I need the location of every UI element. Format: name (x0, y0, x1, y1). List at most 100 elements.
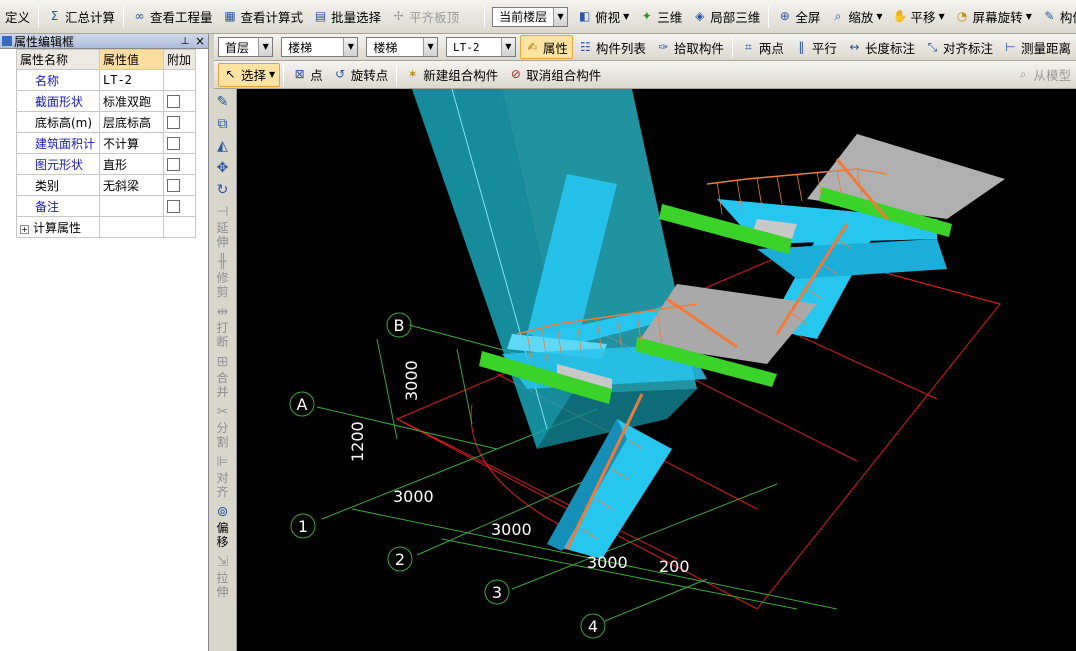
vertical-tool-button[interactable]: ⊫ 对齐 (211, 453, 235, 499)
two-points-button[interactable]: ⌗ 两点 (736, 35, 789, 59)
properties-button[interactable]: ✍ 属性 (519, 35, 573, 59)
property-row[interactable]: 备注 (16, 195, 196, 217)
rotate-point-icon: ↺ (335, 67, 346, 81)
calc-props-row[interactable]: + 计算属性 (16, 216, 196, 238)
zoom-button[interactable]: ⌕ 缩放 ▼ (825, 5, 887, 29)
new-group-icon: ✶ (407, 67, 418, 81)
vertical-tool-button[interactable]: ⊚ 偏移 (211, 503, 235, 549)
vertical-tool-label: 拉 (216, 571, 229, 585)
drawing-canvas[interactable]: A B 1 2 3 4 3000 1200 3000 3000 3000 200 (237, 89, 1076, 651)
extra-checkbox[interactable] (167, 116, 180, 129)
vertical-tool-button[interactable]: ⊣ 延伸 (211, 203, 235, 249)
chevron-down-icon: ▼ (876, 12, 883, 21)
local-3d-button[interactable]: ◈ 局部三维 (687, 5, 765, 29)
property-extra (163, 132, 196, 154)
property-row[interactable]: 类别 无斜梁 (16, 174, 196, 196)
three-d-button[interactable]: ✦ 三维 (634, 5, 687, 29)
header-extra: 附加 (163, 49, 196, 70)
component-list-button[interactable]: ☷ 构件列表 (573, 35, 651, 59)
full-screen-button[interactable]: ⊕ 全屏 (772, 5, 825, 29)
cube-icon: ◧ (578, 9, 591, 23)
collapse-icon[interactable] (2, 36, 12, 46)
point-button[interactable]: ⊠ 点 (287, 63, 328, 87)
vertical-tool-label: 齐 (216, 485, 229, 499)
toolbar-separator (768, 5, 770, 28)
split-icon: ✂ (216, 404, 229, 420)
vertical-tool-button[interactable]: ✥ (211, 159, 235, 177)
extra-checkbox[interactable] (167, 95, 180, 108)
property-value[interactable] (99, 195, 164, 217)
property-row[interactable]: 底标高(m) 层底标高 (16, 111, 196, 133)
property-name: 名称 (16, 69, 100, 91)
vertical-tool-button[interactable]: ◭ (211, 137, 235, 155)
dim-200: 200 (659, 557, 690, 576)
rotate-point-button[interactable]: ↺ 旋转点 (328, 63, 394, 87)
type-select[interactable]: 楼梯 ▼ (366, 37, 439, 57)
vertical-tool-label: 伸 (216, 585, 229, 599)
property-value[interactable]: 层底标高 (99, 111, 164, 133)
property-value[interactable]: 不计算 (99, 132, 164, 154)
vertical-tool-button[interactable]: ✎ (211, 93, 235, 111)
current-floor-select[interactable]: 当前楼层 ▼ (492, 6, 569, 27)
panel-title-bar: 属性编辑框 ⊥ × (0, 34, 208, 49)
vertical-tool-button[interactable]: ↻ (211, 181, 235, 199)
new-group-button[interactable]: ✶ 新建组合构件 (400, 63, 503, 87)
select-button[interactable]: ↖ 选择 ▼ (218, 62, 281, 87)
property-value[interactable]: 标准双跑 (99, 90, 164, 112)
cancel-group-button[interactable]: ⊘ 取消组合构件 (503, 63, 606, 87)
view-quantity-button[interactable]: ∞ 查看工程量 (127, 5, 218, 29)
vertical-tool-button[interactable]: ⧉ (211, 115, 235, 133)
formula-icon: ▦ (224, 9, 236, 23)
pin-icon[interactable]: ⊥ (178, 36, 192, 47)
expand-icon[interactable]: + (20, 224, 29, 234)
vertical-tool-button[interactable]: ╫ 修剪 (211, 253, 235, 299)
point-icon: ⊠ (294, 67, 305, 81)
vertical-tool-button[interactable]: ✂ 分割 (211, 403, 235, 449)
align-dim-button[interactable]: ⤡ 对齐标注 (920, 35, 998, 59)
close-icon[interactable]: × (192, 34, 208, 48)
vertical-tool-label: 合 (216, 371, 229, 385)
vertical-tool-label: 移 (216, 535, 229, 549)
extra-checkbox[interactable] (167, 158, 180, 171)
property-name: 备注 (16, 195, 100, 217)
extra-checkbox[interactable] (167, 200, 180, 213)
extra-checkbox[interactable] (167, 137, 180, 150)
view-formula-button[interactable]: ▦ 查看计算式 (218, 5, 309, 29)
property-row[interactable]: 图元形状 直形 (16, 153, 196, 175)
batch-select-button[interactable]: ▤ 批量选择 (308, 5, 386, 29)
property-row[interactable]: 名称 LT-2 (16, 69, 196, 91)
rotate-icon: ↻ (216, 182, 229, 198)
property-panel: 属性编辑框 ⊥ × 属性名称 属性值 附加 名称 LT-2 截面形状 标准双跑 底标高(… (0, 34, 209, 651)
cursor-icon: ↖ (225, 67, 236, 81)
sum-calc-button[interactable]: Σ 汇总计算 (42, 5, 120, 29)
define-button[interactable]: 定义 (0, 5, 35, 29)
extra-checkbox[interactable] (167, 179, 180, 192)
screen-rotate-button[interactable]: ◔ 屏幕旋转 ▼ (950, 5, 1037, 29)
display-icon: ✎ (1044, 9, 1055, 23)
pan-button[interactable]: ✋ 平移 ▼ (888, 5, 950, 29)
property-row[interactable]: 截面形状 标准双跑 (16, 90, 196, 112)
chevron-down-icon: ▼ (938, 12, 945, 21)
pick-component-button[interactable]: ✑ 拾取构件 (651, 35, 729, 59)
from-model-button[interactable]: ⌕ 从模型 (1010, 63, 1076, 87)
measure-distance-button[interactable]: ⊢ 测量距离 (998, 35, 1076, 59)
parallel-button[interactable]: ‖ 平行 (789, 35, 842, 59)
property-value[interactable]: 直形 (99, 153, 164, 175)
category-select[interactable]: 楼梯 ▼ (281, 37, 359, 57)
vertical-tool-button[interactable]: ⇹ 打断 (211, 303, 235, 349)
property-name: 图元形状 (16, 153, 100, 175)
flush-slab-icon: ✢ (393, 9, 404, 23)
top-view-button[interactable]: ◧ 俯视 ▼ (572, 5, 634, 29)
component-select[interactable]: LT-2 ▼ (446, 37, 516, 57)
property-value[interactable]: LT-2 (99, 69, 164, 91)
vertical-tool-label: 割 (216, 435, 229, 449)
property-value[interactable]: 无斜梁 (99, 174, 164, 196)
length-dim-button[interactable]: ↔ 长度标注 (842, 35, 920, 59)
component-display-button[interactable]: ✎构件图元显 (1037, 5, 1076, 29)
flush-slab-button[interactable]: ✢ 平齐板顶 (386, 5, 464, 29)
extend-icon: ⊣ (216, 204, 229, 220)
floor-select[interactable]: 首层 ▼ (218, 37, 274, 57)
vertical-tool-button[interactable]: ⊞ 合并 (211, 353, 235, 399)
property-row[interactable]: 建筑面积计 不计算 (16, 132, 196, 154)
vertical-tool-button[interactable]: ⇲ 拉伸 (211, 553, 235, 599)
